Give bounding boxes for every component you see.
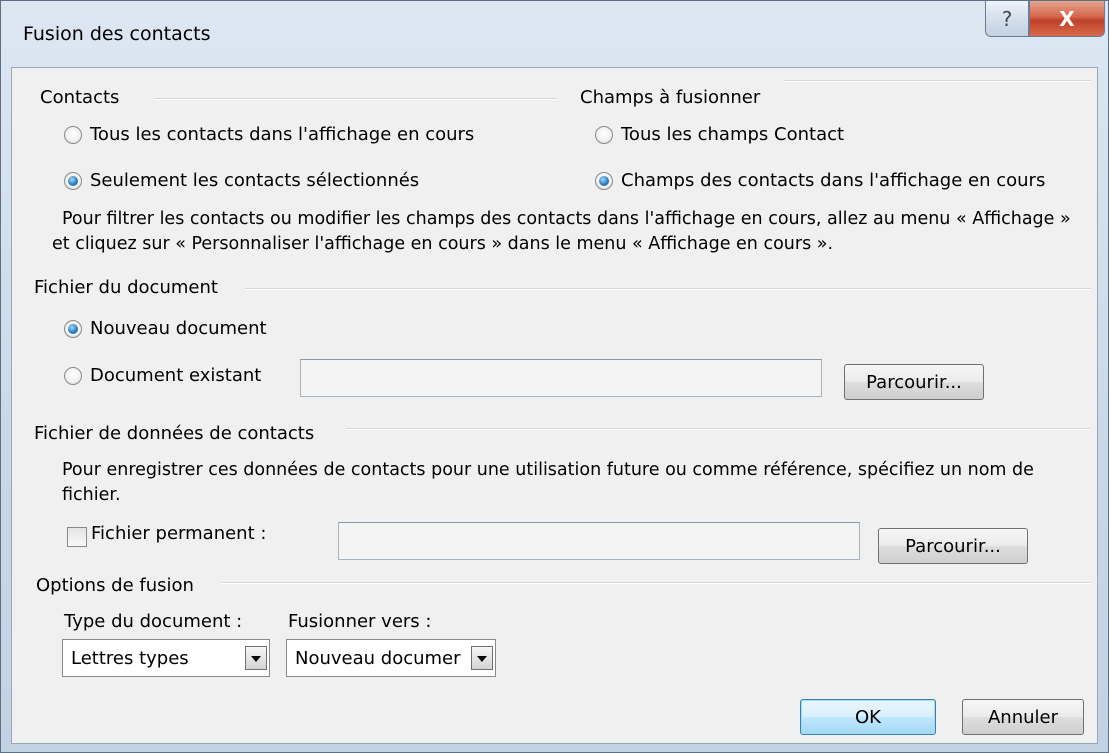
fields-heading: Champs à fusionner <box>580 87 761 108</box>
radio-existing-document-label[interactable]: Document existant <box>90 365 261 386</box>
dialog-body: Contacts Tous les contacts dans l'affich… <box>11 67 1098 744</box>
document-file-divider <box>246 288 1090 290</box>
merge-options-heading: Options de fusion <box>36 575 194 596</box>
filter-info-line1: Pour filtrer les contacts ou modifier le… <box>62 209 1071 229</box>
radio-view-fields[interactable] <box>595 172 613 190</box>
help-button[interactable]: ? <box>985 1 1029 37</box>
radio-selected-contacts[interactable] <box>64 172 82 190</box>
merge-to-select[interactable]: Nouveau documer <box>286 639 496 677</box>
chevron-down-icon[interactable] <box>471 646 493 670</box>
radio-new-document[interactable] <box>64 320 82 338</box>
contacts-heading: Contacts <box>40 87 120 108</box>
filter-info-line2: et cliquez sur « Personnaliser l'afficha… <box>52 234 834 254</box>
cancel-button[interactable]: Annuler <box>962 699 1084 735</box>
title-bar: Fusion des contacts ? X <box>1 1 1108 67</box>
merge-to-value: Nouveau documer <box>295 648 461 669</box>
document-type-label: Type du document : <box>64 611 243 632</box>
document-type-select[interactable]: Lettres types <box>62 639 270 677</box>
radio-all-fields[interactable] <box>595 126 613 144</box>
permanent-file-checkbox[interactable] <box>67 527 87 547</box>
radio-view-fields-label[interactable]: Champs des contacts dans l'affichage en … <box>621 170 1045 191</box>
dialog-title: Fusion des contacts <box>23 23 211 45</box>
fields-divider <box>784 80 1090 82</box>
radio-all-contacts[interactable] <box>64 126 82 144</box>
document-type-value: Lettres types <box>71 648 189 669</box>
permanent-file-path-field[interactable] <box>338 522 860 560</box>
cancel-button-label: Annuler <box>987 706 1058 728</box>
existing-document-path-field[interactable] <box>300 359 822 397</box>
browse-document-label: Parcourir... <box>866 371 962 393</box>
ok-button[interactable]: OK <box>800 699 936 735</box>
radio-new-document-label[interactable]: Nouveau document <box>90 318 267 339</box>
close-icon: X <box>1059 6 1075 31</box>
contacts-divider <box>154 98 556 100</box>
merge-to-label: Fusionner vers : <box>288 611 432 632</box>
radio-existing-document[interactable] <box>64 367 82 385</box>
close-button[interactable]: X <box>1029 1 1105 37</box>
ok-button-label: OK <box>855 706 881 728</box>
contact-data-info-line1: Pour enregistrer ces données de contacts… <box>62 460 1034 480</box>
merge-options-divider <box>222 582 1090 584</box>
merge-dialog-window: Fusion des contacts ? X Contacts Tous le… <box>0 0 1109 753</box>
help-icon: ? <box>1001 6 1013 31</box>
chevron-down-icon[interactable] <box>245 646 267 670</box>
browse-contact-file-label: Parcourir... <box>905 535 1001 557</box>
contact-data-info-line2: fichier. <box>62 485 121 505</box>
radio-all-fields-label[interactable]: Tous les champs Contact <box>621 124 844 145</box>
contact-data-divider <box>346 428 1090 430</box>
radio-selected-contacts-label[interactable]: Seulement les contacts sélectionnés <box>90 170 419 191</box>
radio-all-contacts-label[interactable]: Tous les contacts dans l'affichage en co… <box>90 124 474 145</box>
browse-document-button[interactable]: Parcourir... <box>844 364 984 400</box>
permanent-file-label[interactable]: Fichier permanent : <box>91 523 266 544</box>
document-file-heading: Fichier du document <box>34 277 218 298</box>
contact-data-heading: Fichier de données de contacts <box>34 423 315 444</box>
browse-contact-file-button[interactable]: Parcourir... <box>878 528 1028 564</box>
